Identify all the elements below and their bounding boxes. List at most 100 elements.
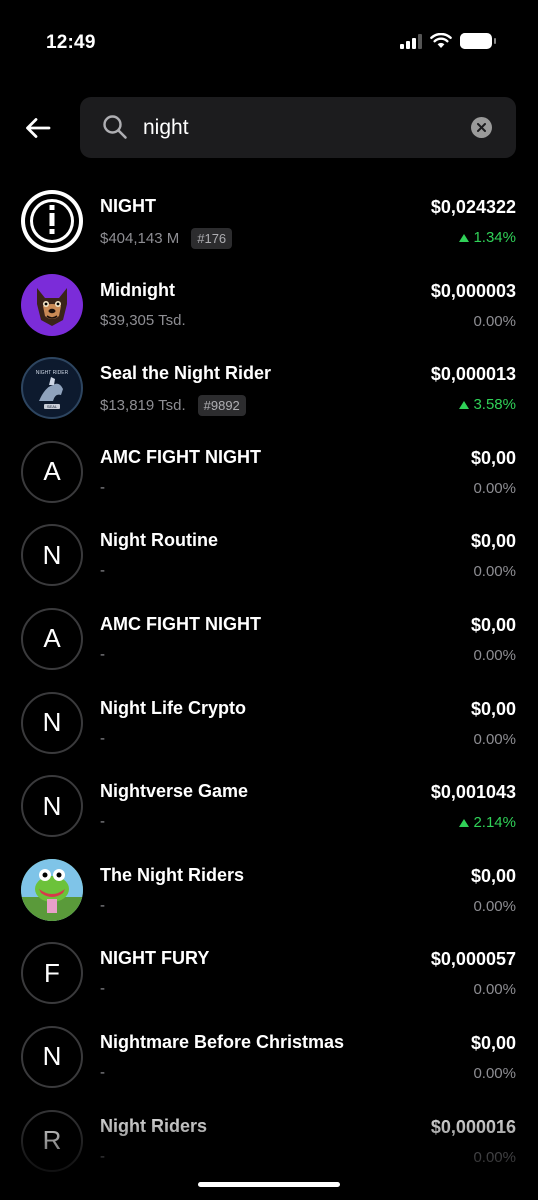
token-avatar [21, 190, 83, 252]
svg-text:NIGHT RIDER: NIGHT RIDER [36, 370, 69, 376]
token-avatar-letter: A [21, 607, 83, 670]
price-change: 0.00% [473, 981, 516, 998]
home-indicator[interactable] [198, 1182, 340, 1187]
token-price: $0,000003 [430, 280, 516, 301]
rank-badge: #9892 [197, 395, 246, 417]
price-change: 1.34% [459, 229, 516, 246]
token-name: NIGHT [100, 196, 156, 216]
token-price: $0,00 [470, 614, 516, 635]
token-avatar-letter: R [21, 1109, 83, 1172]
result-row[interactable]: A AMC FIGHT NIGHT - $0,00 0.00% [0, 431, 538, 515]
token-price: $0,00 [470, 1032, 516, 1053]
price-change: 0.00% [473, 1149, 516, 1166]
token-market-cap: - [100, 729, 105, 747]
rank-badge: #176 [191, 228, 233, 249]
token-market-cap-row: - [100, 813, 105, 830]
token-name: AMC FIGHT NIGHT [100, 613, 261, 634]
token-price: $0,001043 [430, 782, 516, 803]
price-change-value: 3.58% [473, 396, 516, 414]
token-price: $0,00 [470, 865, 516, 886]
token-avatar-letter: N [21, 691, 83, 754]
wifi-icon [430, 33, 452, 48]
back-button[interactable] [22, 112, 54, 144]
token-market-cap-row: $404,143 M #176 [100, 228, 233, 249]
token-market-cap: - [100, 562, 105, 580]
price-change: 2.14% [459, 814, 516, 831]
result-row[interactable]: NIGHT RIDER SEAL Seal the Night Rider $13,8… [0, 347, 538, 431]
result-row[interactable]: N Night Life Crypto - $0,00 0.00% [0, 682, 538, 766]
price-change-value: 0.00% [473, 1064, 516, 1082]
token-market-cap-row: - [100, 730, 105, 747]
token-market-cap: - [100, 478, 105, 496]
token-price: $0,000016 [430, 1116, 516, 1137]
token-market-cap-row: - [100, 1064, 105, 1081]
token-name: Nightmare Before Christmas [100, 1031, 345, 1052]
token-price: $0,024322 [430, 197, 516, 217]
result-row[interactable]: N Nightverse Game - $0,001043 2.14% [0, 765, 538, 849]
search-bar[interactable] [80, 97, 516, 158]
svg-text:SEAL: SEAL [47, 404, 58, 409]
token-market-cap: $404,143 M [100, 230, 180, 247]
token-price: $0,000057 [430, 949, 516, 970]
search-icon [103, 115, 127, 139]
token-price: $0,00 [470, 698, 516, 719]
price-change: 0.00% [473, 898, 516, 915]
price-change-value: 0.00% [473, 981, 516, 999]
result-row[interactable]: N Nightmare Before Christmas - $0,00 0.00% [0, 1016, 538, 1100]
price-change-value: 0.00% [473, 479, 516, 497]
price-change: 0.00% [473, 647, 516, 664]
token-market-cap-row: - [100, 562, 105, 579]
token-avatar-letter: A [21, 440, 83, 503]
price-change-value: 0.00% [473, 646, 516, 664]
token-name: Night Riders [100, 1115, 208, 1136]
result-row[interactable]: The Night Riders - $0,00 0.00% [0, 849, 538, 933]
price-change: 0.00% [473, 480, 516, 497]
token-market-cap: - [100, 1147, 105, 1165]
result-row[interactable]: F NIGHT FURY - $0,000057 0.00% [0, 932, 538, 1016]
token-avatar-letter: N [21, 775, 83, 838]
token-avatar: NIGHT RIDER SEAL [21, 357, 83, 420]
midnight-dog-icon [37, 287, 67, 326]
result-row[interactable]: Midnight $39,305 Tsd. $0,000003 0.00% [0, 264, 538, 348]
up-triangle-icon [459, 818, 470, 827]
status-time: 12:49 [46, 32, 96, 53]
token-market-cap-row: $39,305 Tsd. [100, 312, 186, 329]
result-row[interactable]: NIGHT $404,143 M #176 $0,024322 1.34% [0, 180, 538, 264]
token-market-cap: - [100, 896, 105, 914]
result-row[interactable]: N Night Routine - $0,00 0.00% [0, 514, 538, 598]
token-market-cap: - [100, 1063, 105, 1081]
token-name: Night Routine [100, 530, 218, 551]
token-market-cap-row: - [100, 646, 105, 663]
search-input[interactable] [143, 111, 463, 145]
token-avatar [21, 858, 83, 921]
price-change-value: 0.00% [473, 730, 516, 748]
token-market-cap-row: - [100, 1148, 105, 1165]
seal-rider-icon: NIGHT RIDER SEAL [25, 361, 79, 416]
result-row[interactable]: A AMC FIGHT NIGHT - $0,00 0.00% [0, 598, 538, 682]
token-market-cap: $39,305 Tsd. [100, 311, 186, 329]
token-avatar-letter: F [21, 942, 83, 1005]
price-change-value: 2.14% [473, 814, 516, 832]
night-logo-icon [25, 194, 79, 248]
token-avatar-letter: N [21, 1025, 83, 1088]
price-change-value: 1.34% [473, 229, 516, 246]
price-change: 0.00% [473, 563, 516, 580]
token-avatar-letter: N [21, 524, 83, 587]
cellular-signal-icon [400, 33, 422, 49]
token-name: Night Life Crypto [100, 697, 246, 718]
token-market-cap: - [100, 813, 105, 831]
battery-icon [460, 33, 496, 49]
search-results-list: NIGHT $404,143 M #176 $0,024322 1.34% Midnigh… [0, 180, 538, 1183]
up-triangle-icon [459, 233, 470, 242]
token-market-cap: $13,819 Tsd. [100, 397, 186, 415]
result-row[interactable]: R Night Riders - $0,000016 0.00% [0, 1100, 538, 1184]
status-icons [400, 33, 496, 49]
token-name: Midnight [100, 279, 175, 300]
clear-search-button[interactable] [471, 117, 492, 138]
price-change-value: 0.00% [473, 312, 516, 330]
price-change: 0.00% [473, 1065, 516, 1082]
price-change-value: 0.00% [473, 897, 516, 915]
arrow-left-icon [26, 118, 51, 138]
token-name: Nightverse Game [100, 781, 249, 802]
token-market-cap-row: $13,819 Tsd. #9892 [100, 395, 246, 417]
